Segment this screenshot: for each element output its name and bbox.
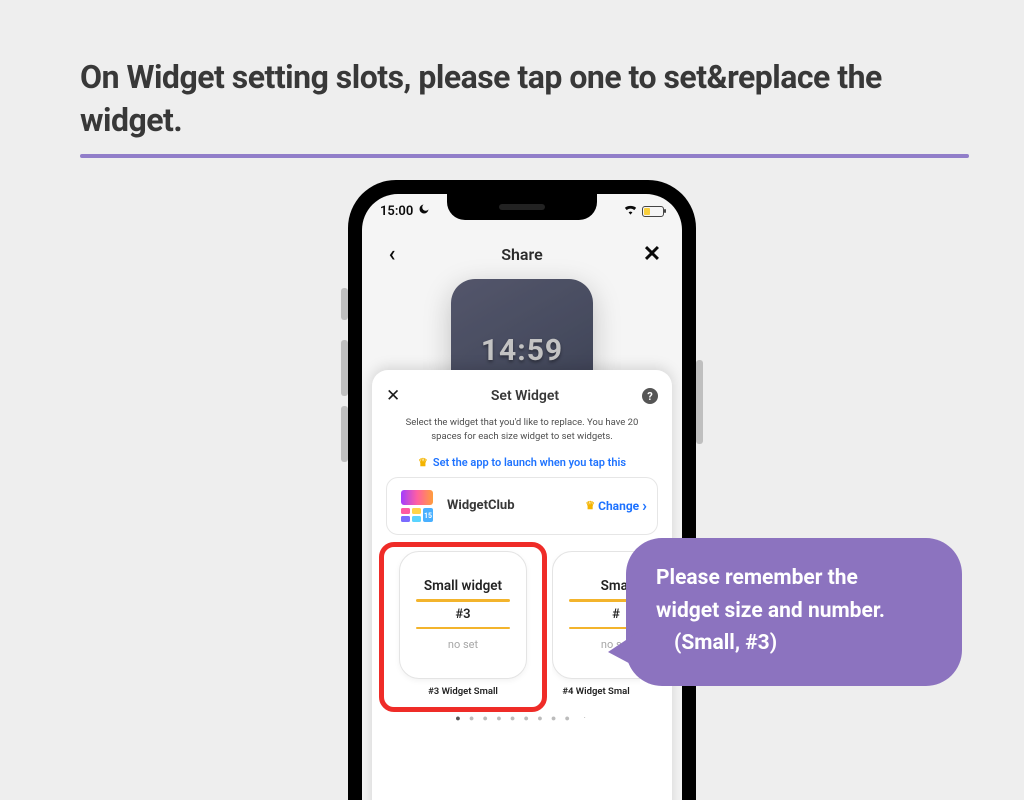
chevron-right-icon: › — [642, 498, 647, 514]
sheet-title: Set Widget — [491, 388, 559, 404]
bubble-line: Please remember the — [656, 562, 936, 595]
bubble-line: (Small, #3) — [656, 627, 936, 660]
side-button — [341, 340, 348, 396]
sheet-description: Select the widget that you'd like to rep… — [402, 416, 642, 444]
widget-time: 14:59 — [481, 333, 563, 368]
slot-size: Small widget — [424, 578, 502, 594]
hint-bubble: Please remember the widget size and numb… — [626, 538, 962, 686]
phone-screen: 15:00 ‹ Share ✕ 14:59 You shal — [362, 194, 682, 800]
slot-label: #3 Widget Small — [388, 686, 538, 697]
instruction-underline — [80, 154, 969, 158]
slot-label: #4 Widget Smal — [552, 686, 640, 697]
close-icon[interactable]: ✕ — [638, 242, 666, 267]
crown-icon: ♛ — [585, 499, 595, 512]
svg-text:15: 15 — [424, 512, 432, 520]
widget-slots-row: Small widget #3 no set #3 Widget Small S… — [388, 551, 658, 703]
crown-icon: ♛ — [418, 456, 428, 469]
slot-index: #3 — [455, 607, 470, 622]
help-icon[interactable]: ? — [642, 388, 658, 404]
change-link[interactable]: ♛ Change › — [585, 498, 647, 514]
page-instruction: On Widget setting slots, please tap one … — [80, 56, 969, 158]
widget-slot-3[interactable]: Small widget #3 no set #3 Widget Small — [388, 551, 538, 703]
slot-status: no set — [448, 638, 478, 651]
page-indicator: ● ● ● ● ● ● ● ● ● · — [386, 713, 658, 724]
phone-notch — [447, 194, 597, 220]
bubble-line: widget size and number. — [656, 595, 936, 628]
side-button — [341, 406, 348, 462]
divider — [416, 627, 510, 630]
back-icon[interactable]: ‹ — [378, 242, 406, 267]
slot-index: # — [612, 607, 620, 622]
widgetclub-app-icon: 15 — [397, 486, 437, 526]
change-label: Change — [598, 499, 639, 513]
launch-app-link[interactable]: ♛ Set the app to launch when you tap thi… — [386, 456, 658, 469]
battery-icon — [642, 206, 664, 217]
instruction-text: On Widget setting slots, please tap one … — [80, 58, 882, 139]
phone-frame: 15:00 ‹ Share ✕ 14:59 You shal — [348, 180, 696, 800]
do-not-disturb-icon — [418, 203, 430, 219]
side-button — [696, 360, 703, 444]
launch-link-label: Set the app to launch when you tap this — [433, 456, 626, 469]
sheet-close-button[interactable]: ✕ — [386, 386, 408, 406]
status-time: 15:00 — [380, 204, 413, 219]
share-title: Share — [501, 245, 543, 264]
launch-app-card[interactable]: 15 WidgetClub ♛ Change › — [386, 477, 658, 535]
app-name: WidgetClub — [447, 498, 575, 513]
side-button — [341, 288, 348, 320]
divider — [416, 599, 510, 602]
wifi-icon — [623, 203, 638, 219]
